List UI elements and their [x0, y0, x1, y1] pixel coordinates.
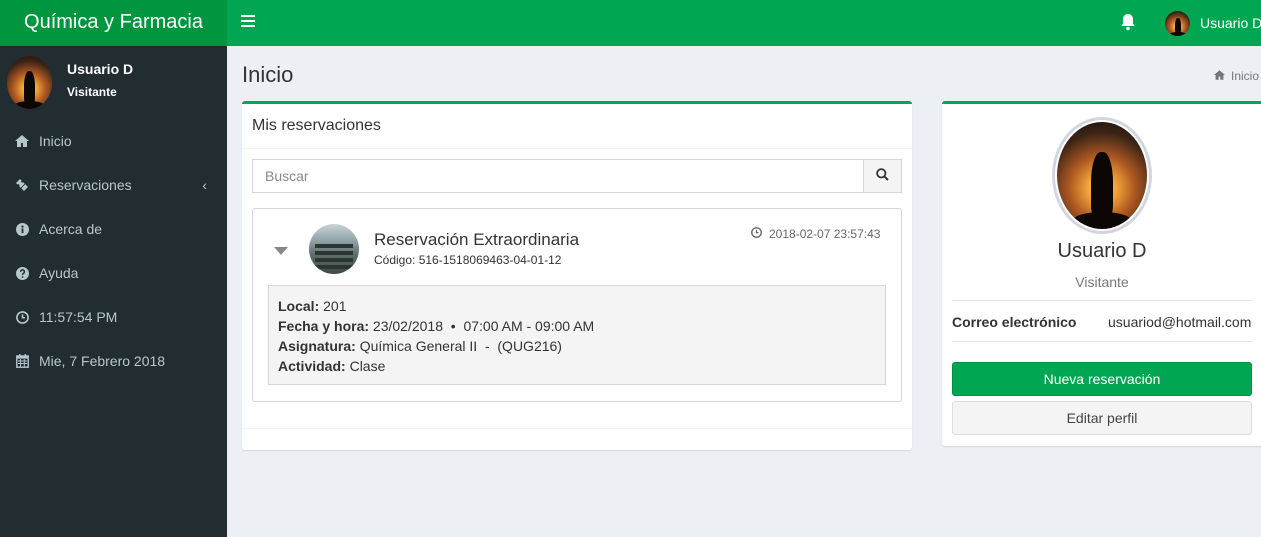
- detail-value: 201: [323, 298, 347, 314]
- sidebar-item-acerca-de[interactable]: Acerca de: [0, 209, 227, 249]
- search-button[interactable]: [863, 159, 902, 193]
- sidebar: Usuario D Visitante Inicio Reservaciones…: [0, 46, 227, 537]
- sidebar-item-reservaciones[interactable]: Reservaciones ‹: [0, 165, 227, 205]
- user-avatar: [1165, 10, 1190, 36]
- user-name: Usuario D: [1200, 15, 1261, 31]
- reservation-timestamp: 2018-02-07 23:57:43: [751, 227, 880, 241]
- email-value: usuariod@hotmail.com: [1108, 314, 1252, 330]
- breadcrumb[interactable]: Inicio: [1214, 69, 1259, 83]
- search-icon: [876, 168, 889, 184]
- breadcrumb-label: Inicio: [1231, 69, 1260, 83]
- calendar-icon: [15, 354, 29, 368]
- reservations-box: Mis reservaciones Reservación Extraordin…: [242, 101, 912, 450]
- detail-local: Local: 201: [278, 296, 876, 316]
- sidebar-user-panel: Usuario D Visitante: [0, 46, 227, 114]
- app-logo[interactable]: Química y Farmacia: [0, 0, 227, 46]
- sidebar-avatar: [7, 56, 52, 109]
- detail-value: Clase: [349, 358, 386, 374]
- divider: [242, 148, 912, 149]
- profile-avatar: [1052, 117, 1152, 234]
- clock-icon: [751, 227, 762, 241]
- classroom-image: [309, 224, 359, 274]
- sidebar-toggle-button[interactable]: [241, 15, 255, 29]
- sidebar-item-ayuda[interactable]: Ayuda: [0, 253, 227, 293]
- sidebar-item-label: Reservaciones: [39, 177, 132, 193]
- detail-value: 23/02/2018 • 07:00 AM - 09:00 AM: [372, 318, 595, 334]
- sidebar-item-label: Inicio: [39, 133, 72, 149]
- sidebar-item-inicio[interactable]: Inicio: [0, 121, 227, 161]
- info-icon: [15, 222, 29, 236]
- page-title: Inicio: [242, 62, 294, 87]
- notifications-bell-icon[interactable]: [1120, 13, 1136, 31]
- timestamp-text: 2018-02-07 23:57:43: [769, 227, 881, 241]
- sidebar-item-label: Ayuda: [39, 265, 79, 281]
- sidebar-user-name: Usuario D: [67, 61, 134, 77]
- app-title: Química y Farmacia: [24, 11, 203, 33]
- sidebar-date-label: Mie, 7 Febrero 2018: [39, 353, 166, 369]
- reservation-title: Reservación Extraordinaria: [374, 230, 580, 249]
- home-icon: [1214, 69, 1225, 83]
- profile-box: Usuario D Visitante Correo electrónico u…: [942, 101, 1261, 446]
- profile-avatar-image: [1057, 122, 1147, 229]
- user-menu[interactable]: Usuario D: [1165, 9, 1261, 37]
- edit-profile-button[interactable]: Editar perfil: [952, 401, 1252, 435]
- detail-label: Asignatura:: [278, 338, 356, 354]
- ticket-icon: [15, 178, 29, 192]
- clock-icon: [15, 310, 29, 324]
- detail-subject: Asignatura: Química General II - (QUG216…: [278, 336, 876, 356]
- question-icon: [15, 266, 29, 280]
- detail-label: Fecha y hora:: [278, 318, 370, 334]
- caret-down-icon[interactable]: [274, 247, 288, 255]
- reservation-details: Local: 201 Fecha y hora: 23/02/2018 • 07…: [268, 285, 886, 385]
- divider: [952, 341, 1252, 342]
- divider: [952, 300, 1252, 301]
- detail-label: Local:: [278, 298, 320, 314]
- detail-value: Química General II - (QUG216): [359, 338, 562, 354]
- detail-activity: Actividad: Clase: [278, 356, 876, 376]
- divider: [242, 428, 912, 429]
- sidebar-item-label: Acerca de: [39, 221, 103, 237]
- search-input[interactable]: [252, 159, 864, 193]
- sidebar-user-role: Visitante: [67, 85, 117, 99]
- detail-label: Actividad:: [278, 358, 346, 374]
- sidebar-clock: 11:57:54 PM: [0, 297, 227, 337]
- reservations-title: Mis reservaciones: [252, 117, 381, 134]
- top-navbar: Usuario D: [227, 0, 1261, 46]
- profile-name: Usuario D: [1057, 240, 1147, 262]
- chevron-left-icon: ‹: [202, 177, 207, 193]
- reservation-card: Reservación Extraordinaria Código: 516-1…: [252, 208, 902, 402]
- detail-datetime: Fecha y hora: 23/02/2018 • 07:00 AM - 09…: [278, 316, 876, 336]
- new-reservation-button[interactable]: Nueva reservación: [952, 362, 1252, 396]
- email-label: Correo electrónico: [952, 314, 1077, 330]
- sidebar-date: Mie, 7 Febrero 2018: [0, 341, 227, 381]
- profile-role: Visitante: [1075, 274, 1129, 290]
- reservation-code: Código: 516-1518069463-04-01-12: [374, 253, 562, 267]
- sidebar-time-label: 11:57:54 PM: [39, 309, 118, 325]
- home-icon: [15, 134, 29, 148]
